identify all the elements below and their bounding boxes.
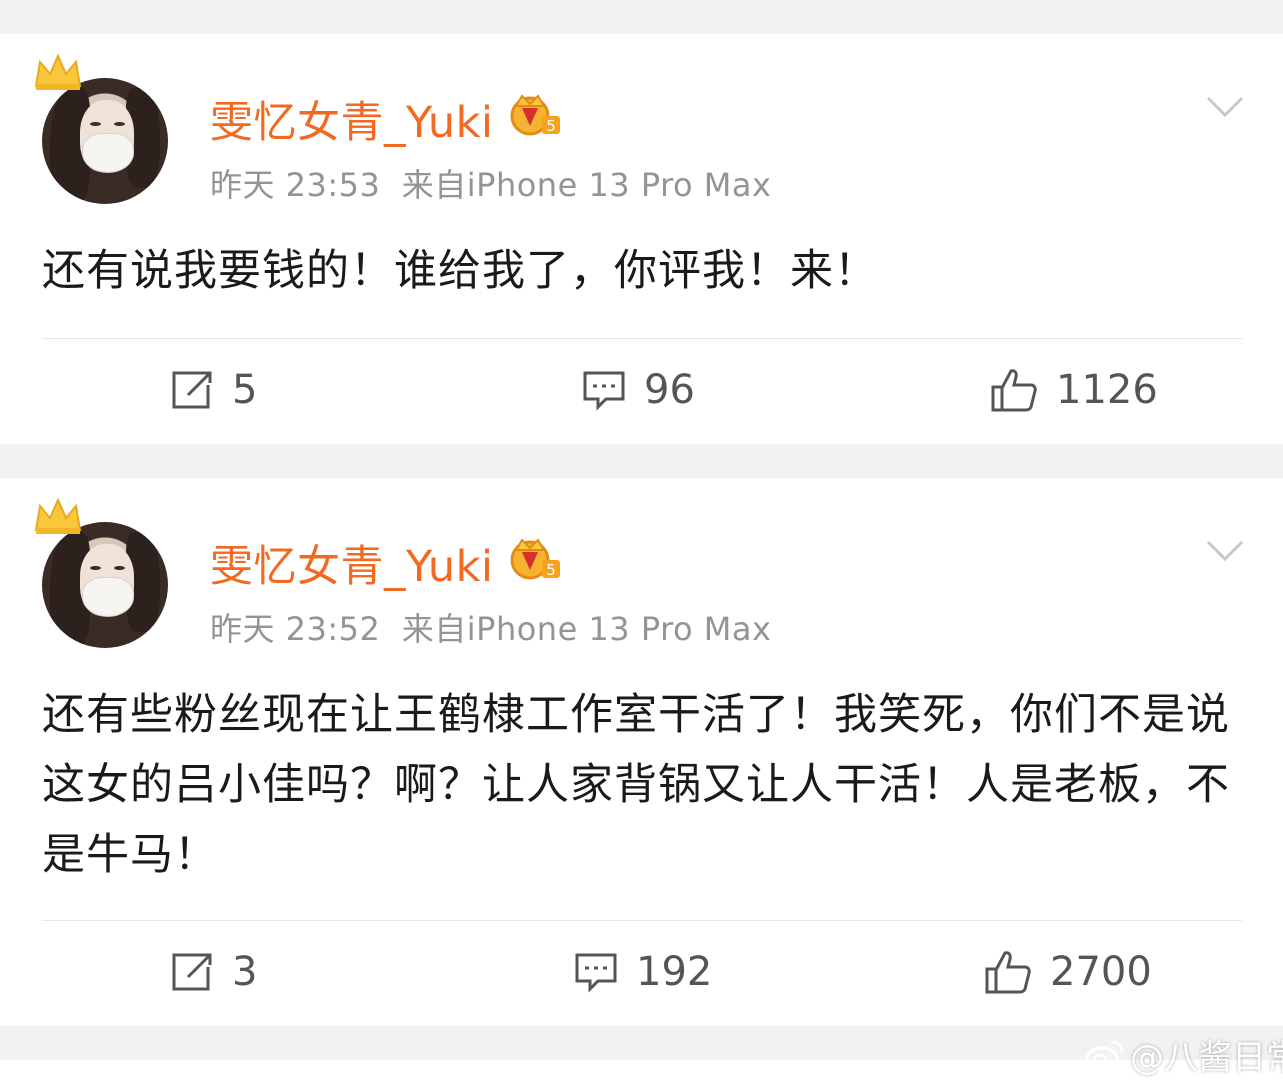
chevron-down-icon[interactable] <box>1206 96 1244 118</box>
post-card: 雯忆女青_Yuki 5 昨天 23:53 来自iPhone 13 Pro Max… <box>0 34 1283 444</box>
comment-count: 96 <box>644 367 695 413</box>
vip-badge-icon: 5 <box>510 94 560 136</box>
like-button[interactable]: 1126 <box>990 360 1158 420</box>
post-time: 昨天 23:53 <box>210 166 381 204</box>
avatar[interactable] <box>34 53 170 206</box>
like-count: 2700 <box>1050 949 1152 995</box>
comment-icon <box>583 371 625 411</box>
avatar[interactable] <box>34 497 170 650</box>
like-count: 1126 <box>1056 367 1158 413</box>
repost-count: 5 <box>232 367 258 413</box>
svg-text:5: 5 <box>546 561 556 579</box>
chevron-down-icon[interactable] <box>1206 540 1244 562</box>
like-button[interactable]: 2700 <box>984 942 1152 1002</box>
vip-badge-icon: 5 <box>510 538 560 580</box>
repost-icon <box>172 953 212 991</box>
comment-button[interactable]: 192 <box>574 942 712 1002</box>
post-content: 还有说我要钱的！谁给我了，你评我！来！ <box>42 246 878 296</box>
weibo-logo-icon <box>1085 1040 1124 1071</box>
repost-count: 3 <box>232 949 258 995</box>
comment-button[interactable]: 96 <box>582 360 695 420</box>
post-time: 昨天 23:52 <box>210 610 381 648</box>
crown-icon <box>34 53 82 90</box>
thumbs-up-icon <box>985 951 1031 994</box>
post-source: 来自iPhone 13 Pro Max <box>401 610 772 648</box>
comment-count: 192 <box>636 949 713 995</box>
repost-icon <box>172 371 212 409</box>
svg-text:5: 5 <box>546 117 556 135</box>
comment-icon <box>575 953 617 993</box>
post-source: 来自iPhone 13 Pro Max <box>401 166 772 204</box>
thumbs-up-icon <box>991 369 1037 412</box>
repost-button[interactable]: 5 <box>170 360 257 420</box>
watermark-text: @八酱日常 <box>1130 1038 1283 1078</box>
repost-button[interactable]: 3 <box>170 942 257 1002</box>
username-link[interactable]: 雯忆女青_Yuki <box>210 88 493 150</box>
username-link[interactable]: 雯忆女青_Yuki <box>210 532 493 594</box>
post-content: 还有些粉丝现在让王鹤棣工作室干活了！我笑死，你们不是说这女的吕小佳吗？啊？让人家… <box>42 690 1230 880</box>
post-card: 雯忆女青_Yuki 5 昨天 23:52 来自iPhone 13 Pro Max… <box>0 478 1283 1026</box>
post-meta: 昨天 23:53 来自iPhone 13 Pro Max <box>210 160 771 206</box>
divider <box>42 920 1242 921</box>
divider <box>42 338 1242 339</box>
crown-icon <box>34 497 82 534</box>
post-meta: 昨天 23:52 来自iPhone 13 Pro Max <box>210 604 771 650</box>
watermark: @八酱日常 <box>1084 1030 1283 1079</box>
